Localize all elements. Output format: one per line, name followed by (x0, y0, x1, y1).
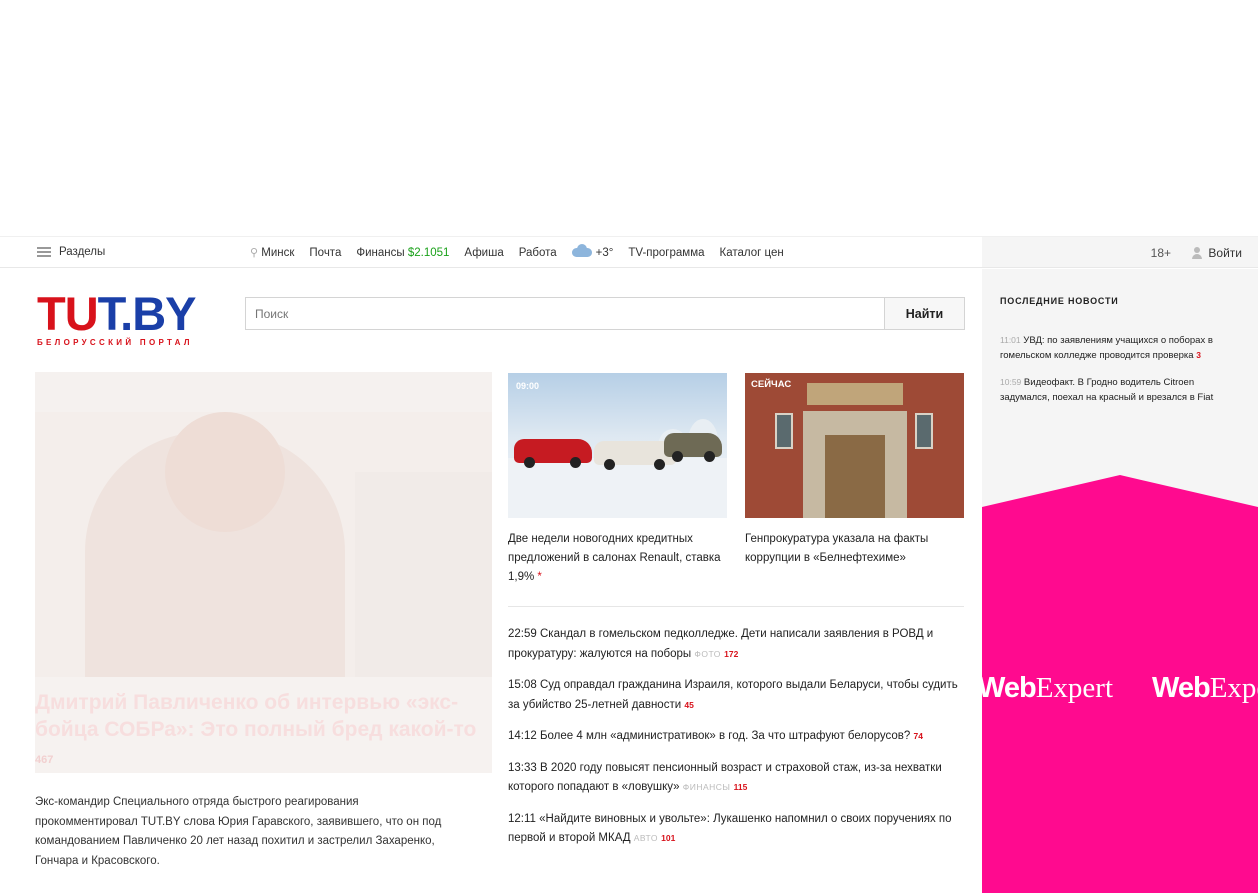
nav-link-afisha[interactable]: Афиша (464, 247, 503, 259)
news-time: 13:33 (508, 761, 537, 774)
finance-label: Финансы (356, 246, 405, 259)
main-story-title-text: Дмитрий Павличенко об интервью «экс-бойц… (35, 691, 477, 741)
ad-brand-text-repeat: WebExpe (1152, 672, 1258, 704)
logo-tagline: БЕЛОРУССКИЙ ПОРТАЛ (37, 338, 193, 347)
latest-news-item[interactable]: 11:01 УВД: по заявлениям учащихся о побо… (1000, 333, 1218, 363)
sections-label: Разделы (59, 246, 106, 258)
latest-news-list: 11:01 УВД: по заявлениям учащихся о побо… (1000, 333, 1218, 417)
divider (508, 606, 964, 607)
nav-link-weather[interactable]: +3° (571, 243, 614, 259)
location-pin-icon: ⚲ (250, 247, 259, 259)
nav-link-finance[interactable]: Финансы $2.1051 (356, 247, 449, 259)
logo-letter-t: T (37, 287, 66, 340)
login-button[interactable]: Войти (1192, 246, 1242, 260)
nav-link-jobs[interactable]: Работа (519, 247, 557, 259)
news-time: 15:08 (508, 679, 537, 691)
city-label: Минск (261, 247, 295, 259)
nav-link-tv[interactable]: TV-программа (628, 247, 704, 259)
news-text: «Найдите виновных и увольте»: Лукашенко … (508, 812, 952, 845)
nav-link-mail[interactable]: Почта (309, 247, 341, 259)
latest-text: Видеофакт. В Гродно водитель Citroen зад… (1000, 377, 1214, 403)
card-image-renault[interactable]: 09:00 (508, 373, 727, 518)
cloud-icon (571, 243, 592, 257)
site-logo[interactable]: T U T.BY БЕЛОРУССКИЙ ПОРТАЛ (37, 287, 197, 347)
news-tag: ФИНАНСЫ (682, 782, 731, 792)
main-story-lead: Экс-командир Специального отряда быстрог… (35, 796, 442, 867)
main-story-image[interactable] (35, 372, 492, 677)
news-item[interactable]: 15:08 Суд оправдал гражданина Израиля, к… (508, 676, 966, 715)
news-item[interactable]: 13:33 В 2020 году повысят пенсионный воз… (508, 759, 966, 798)
news-text: Скандал в гомельском педколледже. Дети н… (508, 628, 934, 660)
latest-text: УВД: по заявлениям учащихся о поборах в … (1000, 335, 1213, 361)
latest-time: 10:59 (1000, 377, 1022, 387)
news-item[interactable]: 12:11 «Найдите виновных и увольте»: Лука… (508, 810, 966, 849)
news-item[interactable]: 22:59 Скандал в гомельском педколледже. … (508, 625, 966, 664)
logo-text-tby: T.BY (97, 287, 197, 340)
card-time-badge: 09:00 (516, 381, 540, 391)
age-rating-badge: 18+ (1150, 246, 1171, 260)
top-navigation: Разделы ⚲ Минск Почта Финансы $2.1051 Аф… (0, 236, 1258, 268)
search-bar: Найти (245, 297, 965, 330)
latest-time: 11:01 (1000, 335, 1021, 345)
card-caption-genprokuratura[interactable]: Генпрокуратура указала на факты коррупци… (745, 530, 967, 568)
news-time: 14:12 (508, 730, 537, 742)
ad-brand-text: WebExpert (978, 672, 1114, 704)
news-tag: АВТО (633, 833, 658, 843)
sections-menu-button[interactable]: Разделы (37, 246, 105, 258)
news-text: Суд оправдал гражданина Израиля, которог… (508, 679, 958, 711)
user-icon (1192, 247, 1203, 259)
news-time: 12:11 (508, 812, 536, 825)
news-item[interactable]: 14:12 Более 4 млн «административок» в го… (508, 727, 966, 747)
main-story-title: Дмитрий Павличенко об интервью «экс-бойц… (35, 689, 488, 774)
search-input[interactable] (246, 298, 884, 329)
ad-mark: * (537, 571, 542, 583)
news-comment-count: 115 (733, 782, 748, 792)
logo-letter-u: U (64, 287, 99, 340)
topnav-links: ⚲ Минск Почта Финансы $2.1051 Афиша Рабо… (250, 243, 784, 259)
logo-wordmark: T U T.BY (37, 287, 197, 340)
latest-news-item[interactable]: 10:59 Видеофакт. В Гродно водитель Citro… (1000, 375, 1218, 405)
news-list: 22:59 Скандал в гомельском педколледже. … (508, 625, 966, 861)
exchange-rate: $2.1051 (407, 246, 450, 259)
car-olive (664, 433, 722, 462)
nav-link-catalog[interactable]: Каталог цен (720, 247, 784, 259)
latest-comment-count: 3 (1196, 350, 1201, 360)
comment-count: 467 (35, 754, 54, 766)
latest-news-heading: ПОСЛЕДНИЕ НОВОСТИ (1000, 296, 1119, 306)
main-story-title-box[interactable]: Дмитрий Павличенко об интервью «экс-бойц… (35, 677, 492, 773)
news-comment-count: 172 (724, 648, 739, 659)
news-comment-count: 101 (661, 833, 676, 843)
menu-icon (37, 247, 51, 257)
login-label: Войти (1208, 246, 1242, 260)
card-image-genprokuratura[interactable]: СЕЙЧАС (745, 373, 964, 518)
news-time: 22:59 (508, 628, 537, 640)
city-selector[interactable]: ⚲ Минск (250, 246, 294, 259)
weather-temp: +3° (595, 246, 614, 259)
news-text: Более 4 млн «административок» в год. За … (539, 730, 911, 742)
ad-banner[interactable]: WebExpert WebExpe (978, 475, 1258, 893)
card-caption-renault[interactable]: Две недели новогодних кредитных предложе… (508, 530, 730, 587)
news-comment-count: 45 (684, 699, 694, 710)
news-comment-count: 74 (913, 731, 923, 741)
news-tag: ФОТО (694, 648, 721, 659)
card-now-badge: СЕЙЧАС (751, 379, 792, 390)
car-red (514, 439, 592, 468)
search-button[interactable]: Найти (884, 298, 964, 329)
